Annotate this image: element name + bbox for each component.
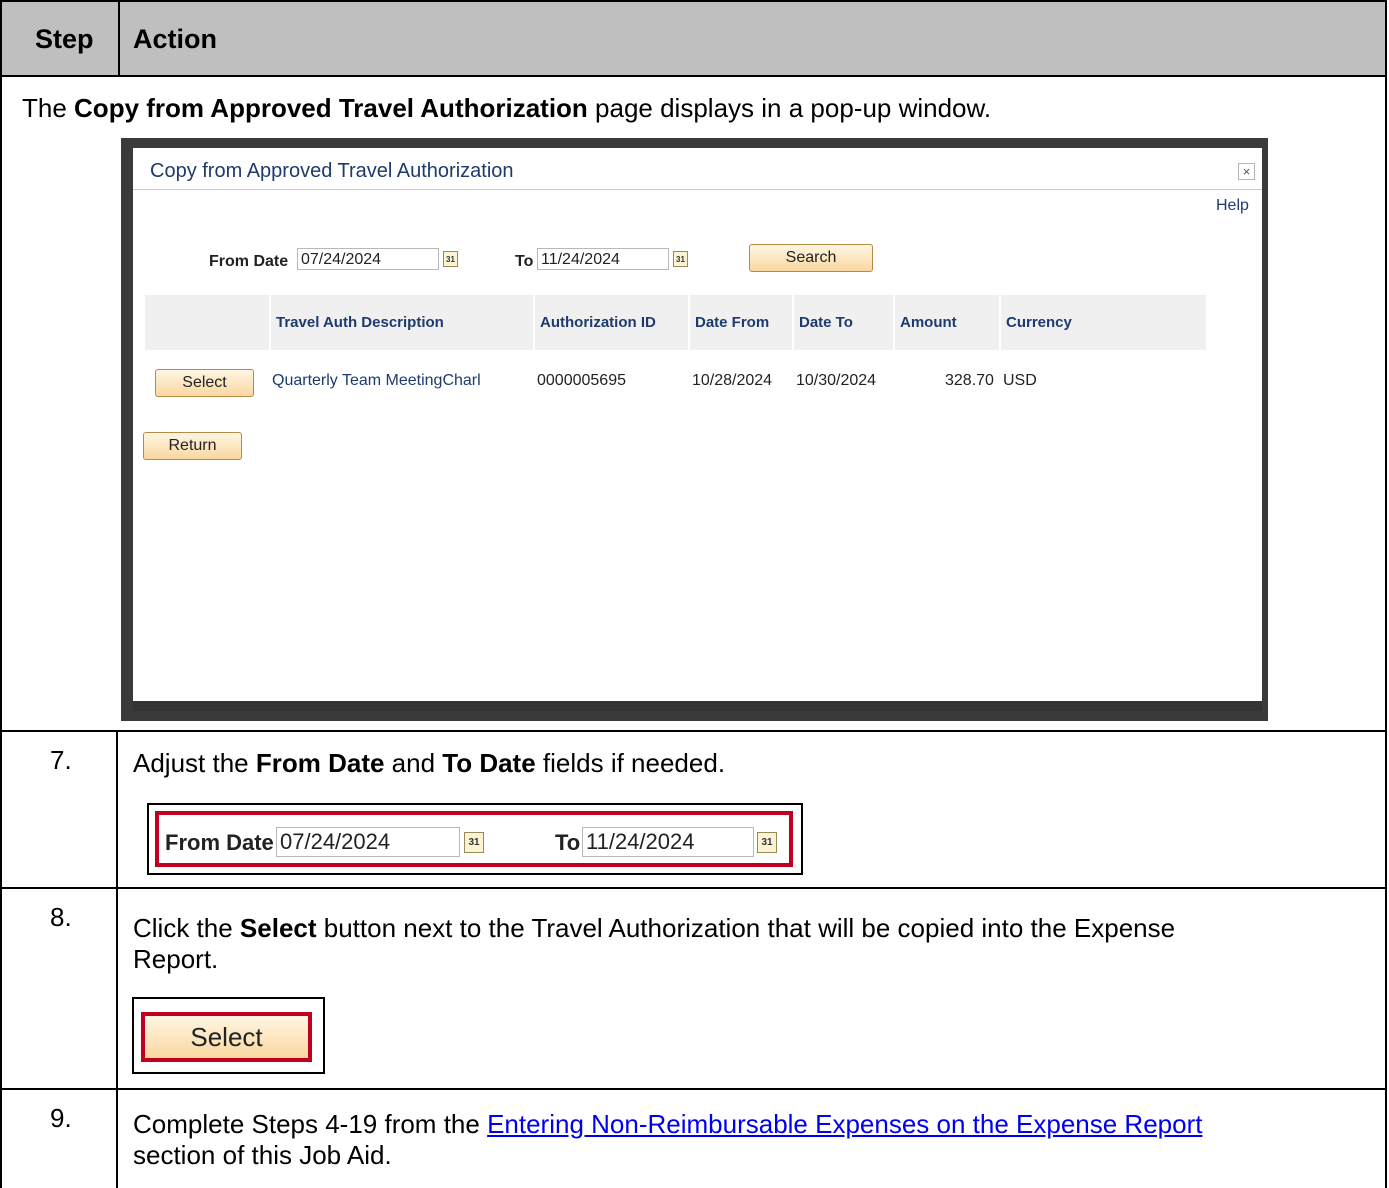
job-aid-section-link[interactable]: Entering Non-Reimbursable Expenses on th… (487, 1109, 1202, 1139)
job-aid-table: Step Action The Copy from Approved Trave… (0, 0, 1389, 1188)
column-header[interactable]: Date From (688, 295, 792, 350)
popup-window: Copy from Approved Travel Authorization … (133, 148, 1262, 711)
return-button[interactable]: Return (143, 432, 242, 460)
column-header[interactable]: Amount (893, 295, 999, 350)
step-7-text: Adjust the From Date and To Date fields … (133, 748, 726, 778)
select-button: Select (141, 1012, 312, 1062)
step-cell: 9. (2, 1090, 118, 1188)
title-divider (133, 189, 1262, 190)
popup-title: Copy from Approved Travel Authorization (150, 160, 514, 182)
action-header: Action (133, 24, 217, 54)
popup-screenshot: Copy from Approved Travel Authorization … (121, 138, 1268, 721)
close-icon[interactable]: × (1238, 163, 1255, 180)
select-button-snippet: Select (132, 997, 325, 1074)
step-9-row: 9. Complete Steps 4-19 from the Entering… (0, 1090, 1387, 1188)
amount-cell: 328.70 (945, 372, 994, 389)
table-header: Step Action (0, 0, 1387, 77)
step-number: 8. (50, 902, 72, 932)
from-date-label: From Date (165, 830, 274, 855)
from-date-input[interactable]: 07/24/2024 (297, 248, 439, 270)
currency-cell: USD (1003, 372, 1037, 389)
column-header[interactable]: Authorization ID (533, 295, 688, 350)
search-button[interactable]: Search (749, 244, 873, 272)
step-header: Step (35, 24, 94, 54)
intro-text: The Copy from Approved Travel Authorizat… (22, 93, 992, 123)
calendar-icon: 31 (464, 832, 484, 853)
to-date-label: To (515, 253, 534, 270)
date-fields-snippet: From Date 07/24/2024 31 To 11/24/2024 31 (147, 803, 803, 875)
from-date-input: 07/24/2024 (276, 827, 460, 857)
to-date-input: 11/24/2024 (582, 827, 754, 857)
calendar-icon[interactable]: 31 (443, 251, 458, 267)
help-link[interactable]: Help (1216, 197, 1249, 215)
date-to-cell: 10/30/2024 (796, 372, 877, 389)
step-number: 9. (50, 1103, 72, 1133)
step-9-text: Complete Steps 4-19 from the Entering No… (133, 1109, 1203, 1170)
from-date-label: From Date (209, 253, 289, 270)
column-header[interactable]: Date To (792, 295, 893, 350)
select-button[interactable]: Select (155, 369, 254, 397)
column-header[interactable]: Currency (999, 295, 1206, 350)
step-cell: 8. (2, 889, 118, 1088)
step-8-text: Click the Select button next to the Trav… (133, 913, 1176, 974)
auth-id-cell: 0000005695 (537, 372, 626, 389)
column-header[interactable]: Travel Auth Description (269, 295, 535, 350)
grid-header: Travel Auth Description Authorization ID… (145, 295, 1206, 350)
calendar-icon[interactable]: 31 (673, 251, 688, 267)
step-cell: 7. (2, 732, 118, 887)
date-from-cell: 10/28/2024 (692, 372, 773, 389)
window-bottom-edge (133, 701, 1262, 711)
to-date-input[interactable]: 11/24/2024 (537, 248, 669, 270)
description-link[interactable]: Quarterly Team MeetingCharl (272, 372, 481, 390)
calendar-icon: 31 (757, 832, 777, 853)
step-number: 7. (50, 745, 72, 775)
to-date-label: To (555, 830, 581, 855)
